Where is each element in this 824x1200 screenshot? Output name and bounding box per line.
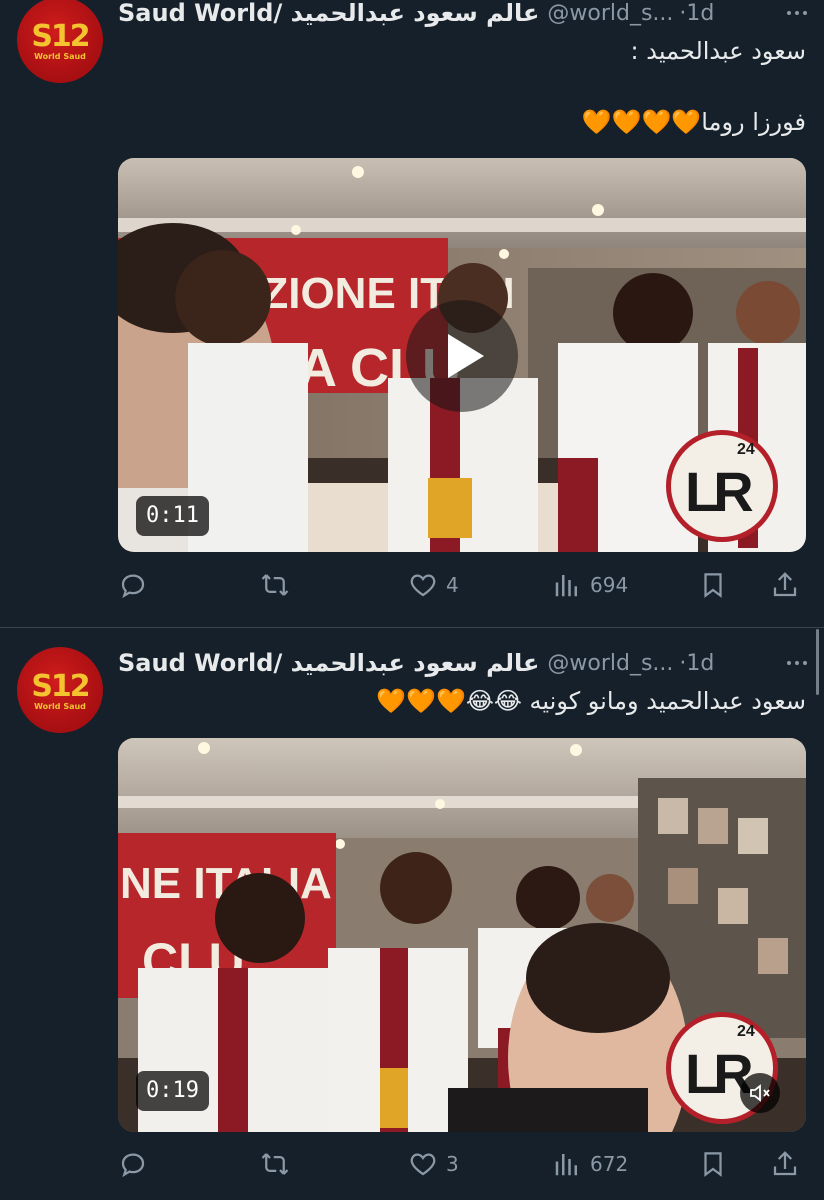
more-options-icon[interactable] xyxy=(782,0,812,28)
views-button[interactable]: 694 xyxy=(552,565,628,605)
retweet-button[interactable] xyxy=(260,565,298,605)
tweet-divider xyxy=(0,627,824,628)
tweet-time[interactable]: ·1d xyxy=(679,1,714,26)
avatar[interactable]: S12 World Saud xyxy=(17,647,103,733)
author-name[interactable]: عالم سعود عبدالحميد /Saud World xyxy=(118,649,539,677)
tweet-text-line: فورزا روما🧡🧡🧡🧡 xyxy=(581,108,806,136)
more-options-icon[interactable] xyxy=(782,648,812,678)
views-icon xyxy=(555,1154,577,1176)
like-icon xyxy=(410,574,436,597)
retweet-button[interactable] xyxy=(260,1144,298,1184)
avatar-logo: S12 xyxy=(31,19,90,54)
tweet-text-line: سعود عبدالحميد ومانو كونيه 😂😂🧡🧡🧡 xyxy=(376,687,806,715)
lr-logo-text: LR xyxy=(685,460,754,523)
video-duration: 0:11 xyxy=(136,496,209,536)
bookmark-icon xyxy=(704,1152,722,1177)
bookmark-button[interactable] xyxy=(698,565,728,605)
avatar-logo-sub: World Saud xyxy=(34,702,86,711)
avatar-logo: S12 xyxy=(31,669,90,704)
view-count: 694 xyxy=(590,573,629,597)
tweet-actions: 4 694 xyxy=(118,565,808,605)
tweet-actions: 3 672 xyxy=(118,1144,808,1184)
avatar[interactable]: S12 World Saud xyxy=(17,0,103,83)
lr-logo-text: LR xyxy=(685,1042,754,1105)
views-icon xyxy=(555,575,577,597)
share-button[interactable] xyxy=(770,565,800,605)
like-count: 3 xyxy=(446,1152,459,1176)
bookmark-icon xyxy=(704,573,722,598)
reply-button[interactable] xyxy=(118,1144,156,1184)
lr24-logo: LR 24 xyxy=(666,430,778,542)
video-duration: 0:19 xyxy=(136,1071,209,1111)
mute-button[interactable] xyxy=(740,1073,780,1113)
tweet[interactable]: S12 World Saud عالم سعود عبدالحميد /Saud… xyxy=(0,629,824,1200)
tweet-time[interactable]: ·1d xyxy=(679,651,714,676)
muted-speaker-icon xyxy=(750,1084,770,1102)
lr-logo-sup: 24 xyxy=(737,1023,755,1040)
share-icon xyxy=(773,1151,797,1176)
tweet-header: عالم سعود عبدالحميد /Saud World @world_s… xyxy=(118,648,714,678)
avatar-logo-sub: World Saud xyxy=(34,52,86,61)
tweet-text-line: سعود عبدالحميد : xyxy=(630,37,806,65)
view-count: 672 xyxy=(590,1152,629,1176)
author-handle[interactable]: @world_s... xyxy=(547,1,673,26)
like-count: 4 xyxy=(446,573,459,597)
like-button[interactable]: 3 xyxy=(408,1144,459,1184)
author-name[interactable]: عالم سعود عبدالحميد /Saud World xyxy=(118,0,539,27)
like-button[interactable]: 4 xyxy=(408,565,459,605)
reply-button[interactable] xyxy=(118,565,156,605)
author-handle[interactable]: @world_s... xyxy=(547,651,673,676)
retweet-icon xyxy=(261,574,289,596)
video-player[interactable]: NE ITALIA CLU 0:19 LR 24 xyxy=(118,738,806,1132)
scrollbar[interactable] xyxy=(816,629,819,695)
tweet-header: عالم سعود عبدالحميد /Saud World @world_s… xyxy=(118,0,714,28)
lr-logo-sup: 24 xyxy=(737,441,755,458)
retweet-icon xyxy=(261,1153,289,1175)
share-icon xyxy=(773,572,797,597)
video-player[interactable]: SOCIAZIONE ITALI A CLU 0:11 LR 24 xyxy=(118,158,806,552)
play-button[interactable] xyxy=(406,300,518,412)
views-button[interactable]: 672 xyxy=(552,1144,628,1184)
like-icon xyxy=(410,1153,436,1176)
bookmark-button[interactable] xyxy=(698,1144,728,1184)
tweet[interactable]: S12 World Saud عالم سعود عبدالحميد /Saud… xyxy=(0,0,824,628)
reply-icon xyxy=(121,574,145,599)
reply-icon xyxy=(121,1153,145,1178)
share-button[interactable] xyxy=(770,1144,800,1184)
